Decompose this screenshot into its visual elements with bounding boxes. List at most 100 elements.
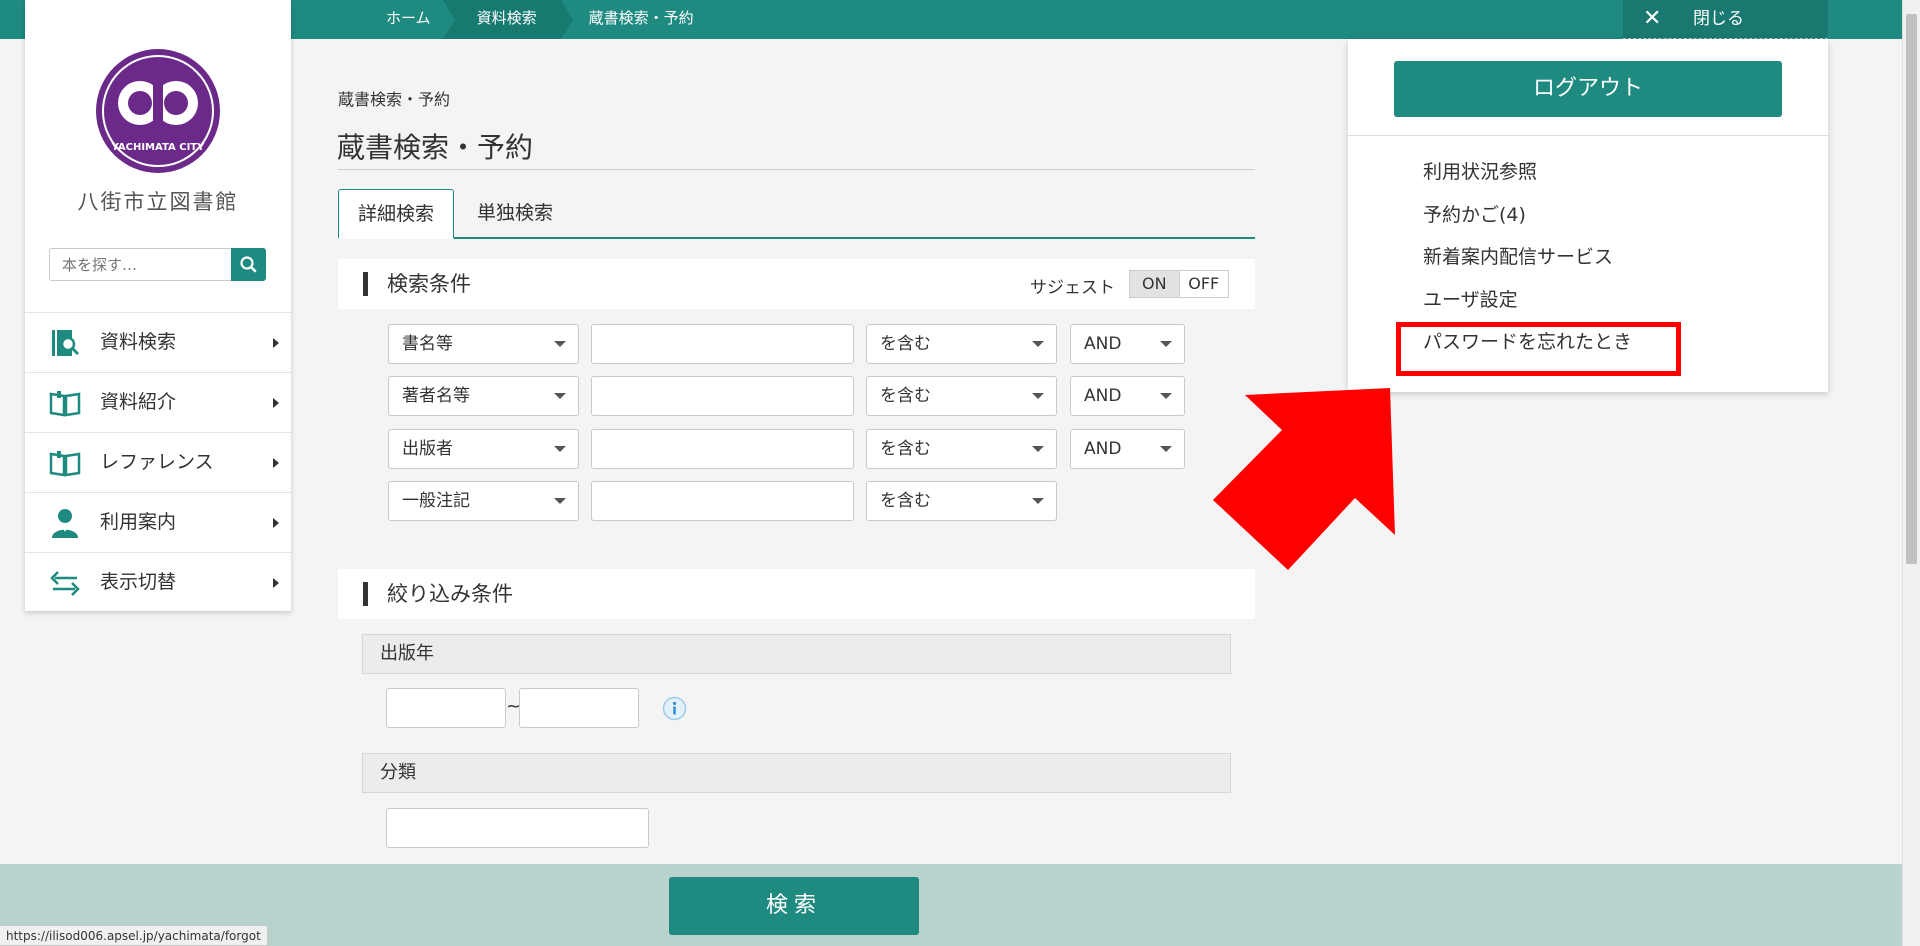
tab-advanced-search[interactable]: 詳細検索 [338, 189, 455, 239]
select-value: 著者名等 [402, 386, 470, 406]
keyword-input-2[interactable] [591, 376, 854, 416]
search-conditions-header: 検索条件 サジェスト ON OFF [338, 259, 1255, 309]
field-select-1[interactable]: 書名等 [388, 324, 579, 364]
sidebar-item-label: レファレンス [100, 451, 214, 473]
classification-label: 分類 [362, 753, 1231, 793]
sidebar-item-display-switch[interactable]: 表示切替 [25, 552, 291, 612]
select-value: AND [1084, 439, 1122, 459]
crumb-material-search[interactable]: 資料検索 [442, 0, 573, 39]
select-value: AND [1084, 386, 1122, 406]
swap-arrows-icon [50, 571, 80, 596]
operator-select-1[interactable]: AND [1070, 324, 1185, 364]
book-search-input[interactable] [49, 248, 231, 281]
pub-year-from-input[interactable] [386, 688, 506, 728]
chevron-right-icon [273, 578, 279, 588]
chevron-down-icon [1160, 341, 1172, 347]
sidebar-menu: 資料検索 資料紹介 レファレンス 利用案内 表示切替 [25, 312, 291, 612]
link-usage-status[interactable]: 利用状況参照 [1423, 161, 1632, 204]
close-panel-button[interactable]: ✕ 閉じる [1623, 0, 1828, 39]
publication-year-label: 出版年 [362, 634, 1231, 674]
keyword-input-1[interactable] [591, 324, 854, 364]
match-select-4[interactable]: を含む [866, 481, 1057, 521]
close-label: 閉じる [1693, 9, 1744, 29]
chevron-right-icon [273, 458, 279, 468]
sidebar-item-label: 資料紹介 [100, 391, 177, 413]
sidebar-item-label: 表示切替 [100, 571, 177, 593]
select-value: 一般注記 [402, 491, 470, 511]
suggest-label: サジェスト [1030, 278, 1115, 298]
bottom-action-bar [0, 864, 1902, 946]
book-search-icon [52, 330, 80, 356]
scrollbar-thumb[interactable] [1906, 14, 1917, 564]
keyword-input-3[interactable] [591, 429, 854, 469]
tab-single-search[interactable]: 単独検索 [458, 189, 572, 237]
select-value: 出版者 [402, 439, 453, 459]
info-icon[interactable] [662, 696, 687, 721]
suggest-toggle[interactable]: ON OFF [1129, 270, 1229, 298]
select-value: を含む [880, 491, 931, 511]
field-select-4[interactable]: 一般注記 [388, 481, 579, 521]
city-logo-icon[interactable]: YACHIMATA CITY [95, 48, 221, 174]
toggle-off[interactable]: OFF [1178, 271, 1228, 297]
keyword-input-4[interactable] [591, 481, 854, 521]
status-bar-url: https://ilisod006.apsel.jp/yachimata/for… [0, 925, 268, 946]
panel-divider [1348, 135, 1828, 136]
chevron-down-icon [554, 393, 566, 399]
sidebar: YACHIMATA CITY 八街市立図書館 資料検索 資料紹介 [25, 0, 291, 611]
select-value: を含む [880, 386, 931, 406]
open-book-icon [49, 391, 81, 417]
top-breadcrumb: ホーム 資料検索 蔵書検索・予約 [362, 0, 718, 39]
toggle-on[interactable]: ON [1130, 271, 1179, 297]
crumb-current: 蔵書検索・予約 [588, 9, 694, 27]
page-scrollbar[interactable] [1902, 0, 1920, 946]
link-reservation-cart[interactable]: 予約かご(4) [1423, 204, 1632, 247]
chevron-down-icon [1160, 446, 1172, 452]
chevron-right-icon [273, 338, 279, 348]
operator-select-3[interactable]: AND [1070, 429, 1185, 469]
red-arrow-icon [1213, 388, 1395, 570]
pub-year-to-input[interactable] [519, 688, 639, 728]
close-icon: ✕ [1643, 6, 1662, 31]
chevron-down-icon [1032, 498, 1044, 504]
sidebar-item-material-search[interactable]: 資料検索 [25, 312, 291, 372]
select-value: を含む [880, 439, 931, 459]
filter-conditions-header: 絞り込み条件 [338, 569, 1255, 619]
logout-button[interactable]: ログアウト [1394, 61, 1782, 117]
sidebar-item-usage-guide[interactable]: 利用案内 [25, 492, 291, 552]
section-marker [363, 582, 368, 606]
sidebar-item-label: 利用案内 [100, 511, 177, 533]
sidebar-item-reference[interactable]: レファレンス [25, 432, 291, 492]
chevron-down-icon [1032, 393, 1044, 399]
section-title: 絞り込み条件 [387, 582, 513, 606]
book-search-button[interactable] [231, 248, 266, 281]
highlight-box [1396, 322, 1681, 376]
search-submit-button[interactable]: 検索 [669, 877, 919, 935]
chevron-down-icon [554, 446, 566, 452]
chevron-right-icon [273, 398, 279, 408]
select-value: AND [1084, 334, 1122, 354]
match-select-1[interactable]: を含む [866, 324, 1057, 364]
section-title: 検索条件 [387, 272, 471, 296]
chevron-down-icon [554, 498, 566, 504]
sidebar-item-label: 資料検索 [100, 331, 177, 353]
chevron-right-icon [273, 518, 279, 528]
sidebar-item-material-intro[interactable]: 資料紹介 [25, 372, 291, 432]
classification-input[interactable] [386, 808, 649, 848]
select-value: 書名等 [402, 334, 453, 354]
link-new-arrival-service[interactable]: 新着案内配信サービス [1423, 246, 1632, 289]
open-book-icon [49, 451, 81, 477]
field-select-2[interactable]: 著者名等 [388, 376, 579, 416]
field-select-3[interactable]: 出版者 [388, 429, 579, 469]
title-divider [338, 169, 1255, 170]
crumb-home[interactable]: ホーム [362, 0, 455, 39]
select-value: を含む [880, 334, 931, 354]
operator-select-2[interactable]: AND [1070, 376, 1185, 416]
chevron-down-icon [1032, 341, 1044, 347]
chevron-down-icon [1032, 446, 1044, 452]
match-select-2[interactable]: を含む [866, 376, 1057, 416]
search-tabs: 詳細検索 単独検索 [338, 189, 1255, 239]
person-icon [52, 509, 78, 538]
match-select-3[interactable]: を含む [866, 429, 1057, 469]
section-marker [363, 272, 368, 296]
logo-text: YACHIMATA CITY [111, 142, 206, 153]
